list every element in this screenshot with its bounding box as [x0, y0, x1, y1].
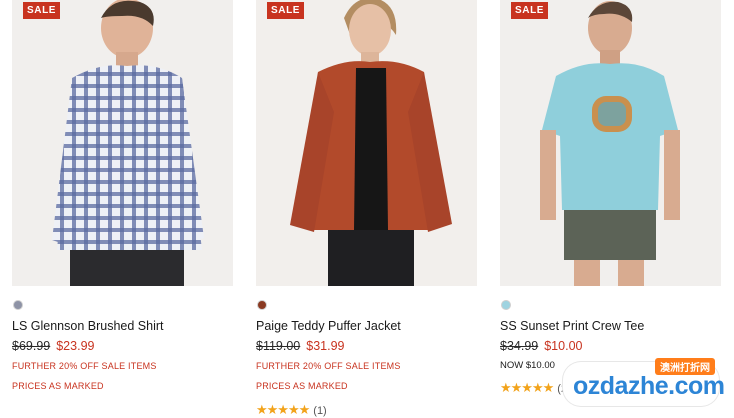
watermark-tag: 澳洲打折网 — [655, 358, 715, 375]
price-row: $69.99 $23.99 — [12, 339, 94, 353]
star-icons: ★★★★★ — [500, 380, 554, 395]
product-title[interactable]: Paige Teddy Puffer Jacket — [256, 319, 401, 333]
product-title[interactable]: LS Glennson Brushed Shirt — [12, 319, 163, 333]
price-row: $119.00 $31.99 — [256, 339, 345, 353]
product-card[interactable]: SALE Paige Teddy Puffer Jacket $119.00 $3… — [256, 0, 477, 417]
original-price: $69.99 — [12, 339, 51, 353]
rating[interactable]: ★★★★★(2 — [500, 380, 567, 396]
promo-text: FURTHER 20% OFF SALE ITEMS — [12, 361, 157, 371]
product-card[interactable]: SALE SS Sunset Print Crew Tee $34.99 $10.… — [500, 0, 721, 395]
original-price: $34.99 — [500, 339, 539, 353]
product-image[interactable]: SALE — [12, 0, 233, 286]
promo-note: PRICES AS MARKED — [12, 381, 104, 391]
site-watermark: ozdazhe.com 澳洲打折网 — [563, 358, 725, 406]
promo-text: FURTHER 20% OFF SALE ITEMS — [256, 361, 401, 371]
color-swatch[interactable] — [257, 300, 267, 310]
rating[interactable]: ★★★★★ (1) — [256, 402, 327, 418]
product-card[interactable]: SALE LS Glennson Brushed Shirt $69.99 $23… — [12, 0, 233, 391]
sale-badge: SALE — [267, 2, 305, 19]
star-icons: ★★★★★ — [256, 402, 310, 417]
rating-count: (1) — [313, 405, 327, 417]
price-row: $34.99 $10.00 — [500, 339, 582, 353]
promo-note: PRICES AS MARKED — [256, 381, 348, 391]
product-image[interactable]: SALE — [500, 0, 721, 286]
watermark-text: ozdazhe.com — [573, 372, 725, 400]
man-in-blue-tee-photo — [500, 0, 721, 286]
sale-price: $10.00 — [544, 339, 583, 353]
product-title[interactable]: SS Sunset Print Crew Tee — [500, 319, 644, 333]
sale-badge: SALE — [511, 2, 549, 19]
sale-price: $31.99 — [306, 339, 345, 353]
sale-price: $23.99 — [56, 339, 95, 353]
now-price-note: NOW $10.00 — [500, 360, 555, 371]
color-swatch[interactable] — [13, 300, 23, 310]
woman-in-rust-jacket-photo — [256, 0, 477, 286]
man-in-plaid-shirt-photo — [12, 0, 233, 286]
original-price: $119.00 — [256, 339, 301, 353]
product-image[interactable]: SALE — [256, 0, 477, 286]
sale-badge: SALE — [23, 2, 61, 19]
color-swatch[interactable] — [501, 300, 511, 310]
